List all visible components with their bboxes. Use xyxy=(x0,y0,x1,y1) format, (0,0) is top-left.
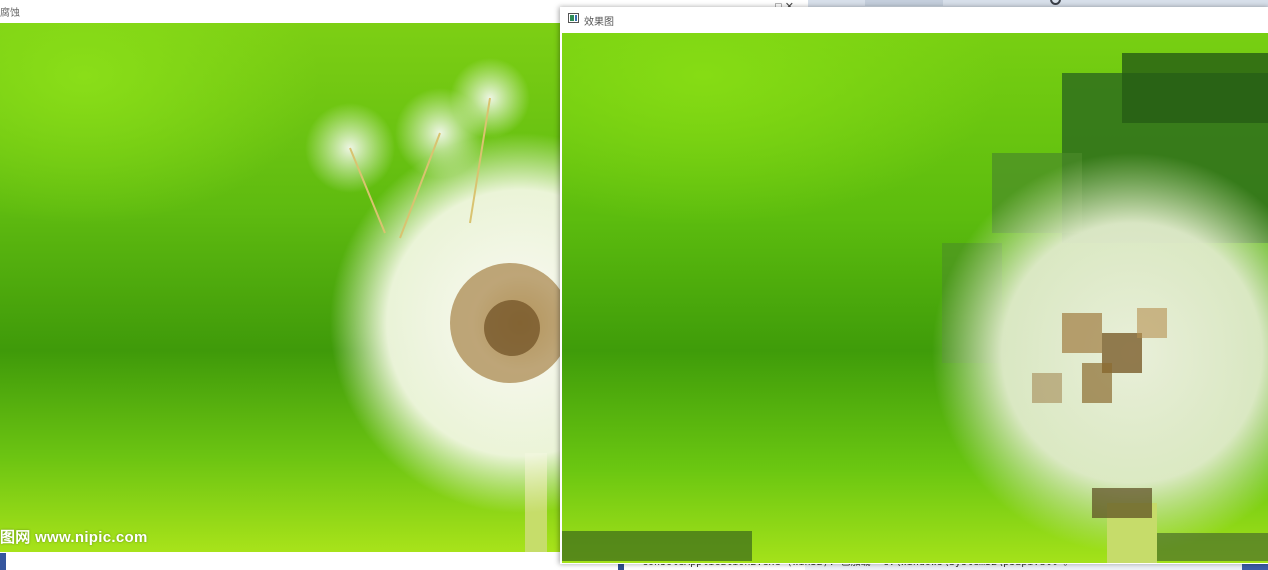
eroded-drawing xyxy=(562,53,1268,563)
original-dandelion-image: 图网 www.nipic.com xyxy=(0,23,560,552)
window-titlebar[interactable]: 效果图 xyxy=(560,7,1268,32)
ide-tab[interactable] xyxy=(865,0,943,6)
watermark-text: 图网 www.nipic.com xyxy=(0,529,148,546)
effect-image-window[interactable]: 效果图 xyxy=(560,7,1268,564)
window-title: 腐蚀 xyxy=(0,8,20,19)
window-title: 效果图 xyxy=(584,17,614,28)
app-icon xyxy=(568,13,579,23)
dandelion-drawing xyxy=(305,58,560,552)
eroded-dandelion-image xyxy=(562,33,1268,563)
background-edge-strip xyxy=(0,553,6,570)
